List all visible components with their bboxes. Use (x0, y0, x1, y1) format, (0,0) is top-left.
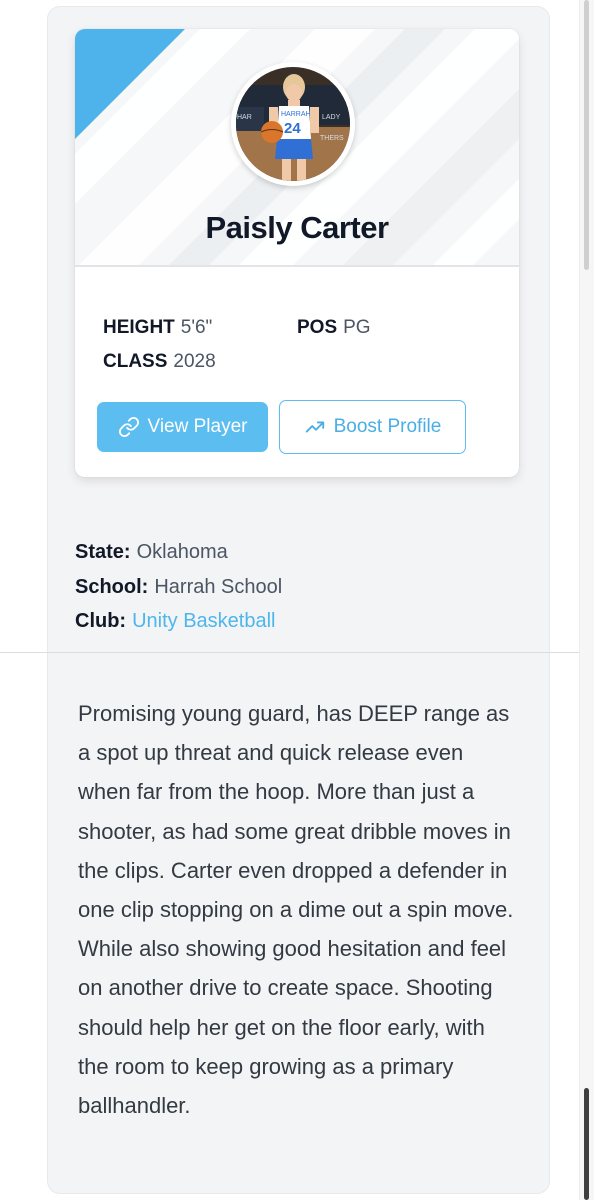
club-link[interactable]: Unity Basketball (132, 610, 275, 632)
state-value: Oklahoma (136, 541, 228, 563)
jersey-number: 24 (284, 120, 301, 137)
svg-text:LADY: LADY (322, 114, 341, 121)
pos-label: POS (297, 317, 338, 338)
pos-value: PG (343, 317, 371, 338)
jersey-text: HARRAH (281, 111, 311, 118)
boost-profile-label: Boost Profile (333, 416, 442, 437)
club-line: Club: Unity Basketball (75, 610, 276, 633)
state-line: State: Oklahoma (75, 541, 228, 564)
stat-height: HEIGHT 5'6" (103, 317, 212, 339)
school-label: School: (75, 576, 149, 598)
school-line: School: Harrah School (75, 576, 282, 599)
svg-text:HAR: HAR (237, 114, 252, 121)
player-name: Paisly Carter (205, 210, 389, 245)
player-card: HAR LADY THERS HARRAH 24 Paisly Carter H… (75, 29, 519, 477)
view-player-button[interactable]: View Player (97, 402, 268, 452)
content-scroll-thumb[interactable] (584, 1088, 589, 1200)
link-icon (118, 416, 139, 438)
player-bio: Promising young guard, has DEEP range as… (78, 701, 514, 1119)
height-value: 5'6" (180, 317, 213, 338)
svg-text:THERS: THERS (320, 135, 344, 142)
view-player-label: View Player (147, 416, 248, 437)
class-value: 2028 (173, 351, 216, 372)
player-avatar: HAR LADY THERS HARRAH 24 (231, 62, 355, 186)
trending-up-icon (305, 421, 324, 433)
card-header: HAR LADY THERS HARRAH 24 Paisly Carter (75, 29, 519, 267)
section-divider (0, 652, 594, 653)
state-label: State: (75, 541, 131, 563)
stat-position: POS PG (297, 317, 371, 339)
class-label: CLASS (103, 351, 168, 372)
page-scroll-thumb[interactable] (584, 0, 589, 270)
stat-class: CLASS 2028 (103, 351, 216, 373)
height-label: HEIGHT (103, 317, 175, 338)
boost-profile-button[interactable]: Boost Profile (279, 400, 466, 454)
club-label: Club: (75, 610, 127, 632)
school-value: Harrah School (154, 576, 283, 598)
